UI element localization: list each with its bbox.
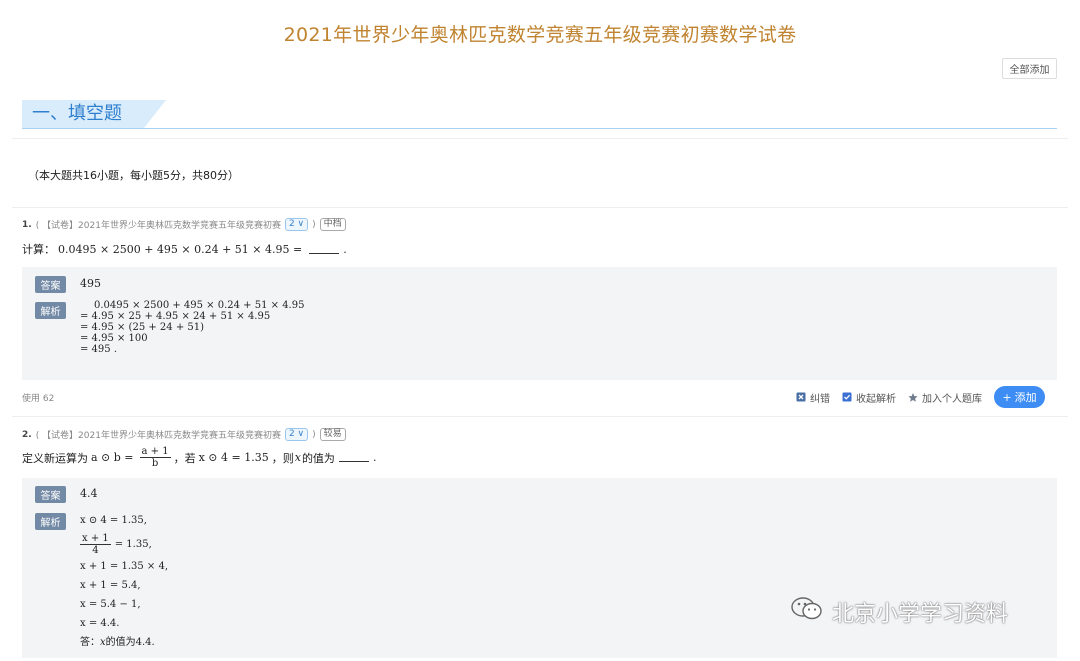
question-suffix: . (343, 242, 347, 256)
section-info: （本大题共16小题，每小题5分，共80分） (28, 169, 239, 182)
divider (12, 207, 1068, 208)
add-question-button[interactable]: + 添加 (994, 386, 1045, 408)
explain-line: 0.0495 × 2500 + 495 × 0.24 + 51 × 4.95 (94, 300, 305, 311)
answer-tag: 答案 (35, 486, 66, 503)
answer-blank (338, 453, 369, 462)
report-icon (796, 392, 806, 402)
answer-blank (309, 245, 340, 254)
source-count-dropdown[interactable]: 2 ∨ (284, 428, 309, 441)
final-suffix: 的值为4.4. (105, 637, 155, 648)
question-1-text: 计算： 0.0495 × 2500 + 495 × 0.24 + 51 × 4.… (22, 241, 347, 257)
question-suffix: . (372, 451, 377, 464)
difficulty-badge: 中档 (319, 218, 346, 231)
question-number: 2. (22, 429, 32, 440)
question-source[interactable]: ( 【试卷】2021年世界少年奥林匹克数学竞赛五年级竞赛初赛 (36, 428, 281, 441)
wechat-icon (790, 596, 824, 628)
explain-line: = 1.35, (114, 538, 152, 550)
explain-line: x + 1 = 5.4, (80, 580, 141, 591)
section-header: 一、填空题 (22, 100, 1057, 129)
explain-line: = 4.95 × 100 (80, 333, 148, 344)
explain-tag: 解析 (35, 302, 66, 319)
question-actions: 纠错 收起解析 加入个人题库 + 添加 (796, 386, 1045, 408)
add-all-button[interactable]: 全部添加 (1002, 58, 1057, 79)
fraction-numerator: x + 1 (80, 532, 111, 545)
explain-fraction-line: x + 1 4 = 1.35, (80, 531, 168, 557)
section-title: 一、填空题 (22, 100, 166, 128)
watermark: 北京小学学习资料 (790, 596, 1008, 628)
answer-tag: 答案 (35, 276, 66, 293)
add-personal-label: 加入个人题库 (922, 393, 982, 405)
plus-icon: + (1002, 390, 1012, 404)
fraction-numerator: a + 1 (139, 446, 171, 458)
question-1-meta: 1. ( 【试卷】2021年世界少年奥林匹克数学竞赛五年级竞赛初赛 2 ∨ ) … (22, 218, 346, 231)
collapse-explanation-button[interactable]: 收起解析 (842, 390, 896, 405)
answer-value: 4.4 (80, 487, 98, 500)
definition-fraction: a + 1 b (139, 446, 171, 469)
explain-line: x = 4.4. (80, 618, 120, 629)
explain-line: x ⊙ 4 = 1.35, (80, 515, 147, 526)
add-personal-bank-button[interactable]: 加入个人题库 (908, 390, 982, 405)
explain-tag: 解析 (35, 513, 66, 530)
explain-final-line: 答：x的值为4.4. (80, 633, 168, 652)
paper-title: 2021年世界少年奥林匹克数学竞赛五年级竞赛初赛数学试卷 (283, 24, 797, 46)
question-1-solution: 答案 495 解析 0.0495 × 2500 + 495 × 0.24 + 5… (22, 267, 1057, 380)
check-icon (842, 392, 852, 402)
definition-left: a ⊙ b = (91, 451, 134, 464)
star-icon (908, 392, 918, 402)
explanation: x ⊙ 4 = 1.35, x + 1 4 = 1.35, x + 1 = 1.… (80, 515, 168, 652)
answer-value: 495 (80, 277, 101, 290)
question-condition: x ⊙ 4 = 1.35 (198, 451, 269, 464)
use-count: 使用 62 (22, 394, 55, 404)
question-text-mid: ，若 (173, 451, 196, 465)
collapse-label: 收起解析 (856, 393, 896, 405)
explain-line: = 4.95 × 25 + 4.95 × 24 + 51 × 4.95 (80, 311, 271, 322)
question-prefix: 计算： (22, 243, 55, 256)
fraction-denominator: b (151, 458, 159, 469)
question-number: 1. (22, 219, 32, 230)
explain-line: = 4.95 × (25 + 24 + 51) (80, 322, 205, 333)
difficulty-badge: 较易 (319, 428, 346, 441)
fraction-denominator: 4 (92, 544, 99, 556)
question-expression: 0.0495 × 2500 + 495 × 0.24 + 51 × 4.95 = (58, 242, 303, 256)
explain-line: x + 1 = 1.35 × 4, (80, 561, 169, 572)
explanation: 0.0495 × 2500 + 495 × 0.24 + 51 × 4.95 =… (80, 300, 304, 355)
divider (12, 138, 1068, 139)
question-variable: x (294, 451, 301, 464)
question-2-meta: 2. ( 【试卷】2021年世界少年奥林匹克数学竞赛五年级竞赛初赛 2 ∨ ) … (22, 428, 346, 441)
question-text-suffix: 的值为 (301, 451, 335, 465)
question-source[interactable]: ( 【试卷】2021年世界少年奥林匹克数学竞赛五年级竞赛初赛 (36, 218, 281, 231)
add-label: 添加 (1014, 391, 1037, 404)
explain-line: x = 5.4 − 1, (80, 599, 141, 610)
question-text-mid2: ，则 (271, 451, 294, 465)
divider (12, 416, 1068, 417)
explain-line: = 495 . (80, 344, 118, 355)
question-prefix: 定义新运算为 (22, 451, 88, 465)
source-count-dropdown[interactable]: 2 ∨ (284, 218, 309, 231)
watermark-text: 北京小学学习资料 (832, 602, 1009, 627)
report-error-button[interactable]: 纠错 (796, 390, 830, 405)
question-2-solution: 答案 4.4 解析 x ⊙ 4 = 1.35, x + 1 4 = 1.35, … (22, 478, 1057, 658)
close-paren: ) (312, 219, 316, 230)
final-prefix: 答： (80, 637, 100, 648)
question-2-text: 定义新运算为 a ⊙ b = a + 1 b ，若 x ⊙ 4 = 1.35 ，… (22, 446, 376, 469)
explain-fraction: x + 1 4 (80, 533, 111, 556)
close-paren: ) (312, 429, 316, 440)
report-label: 纠错 (810, 393, 830, 405)
